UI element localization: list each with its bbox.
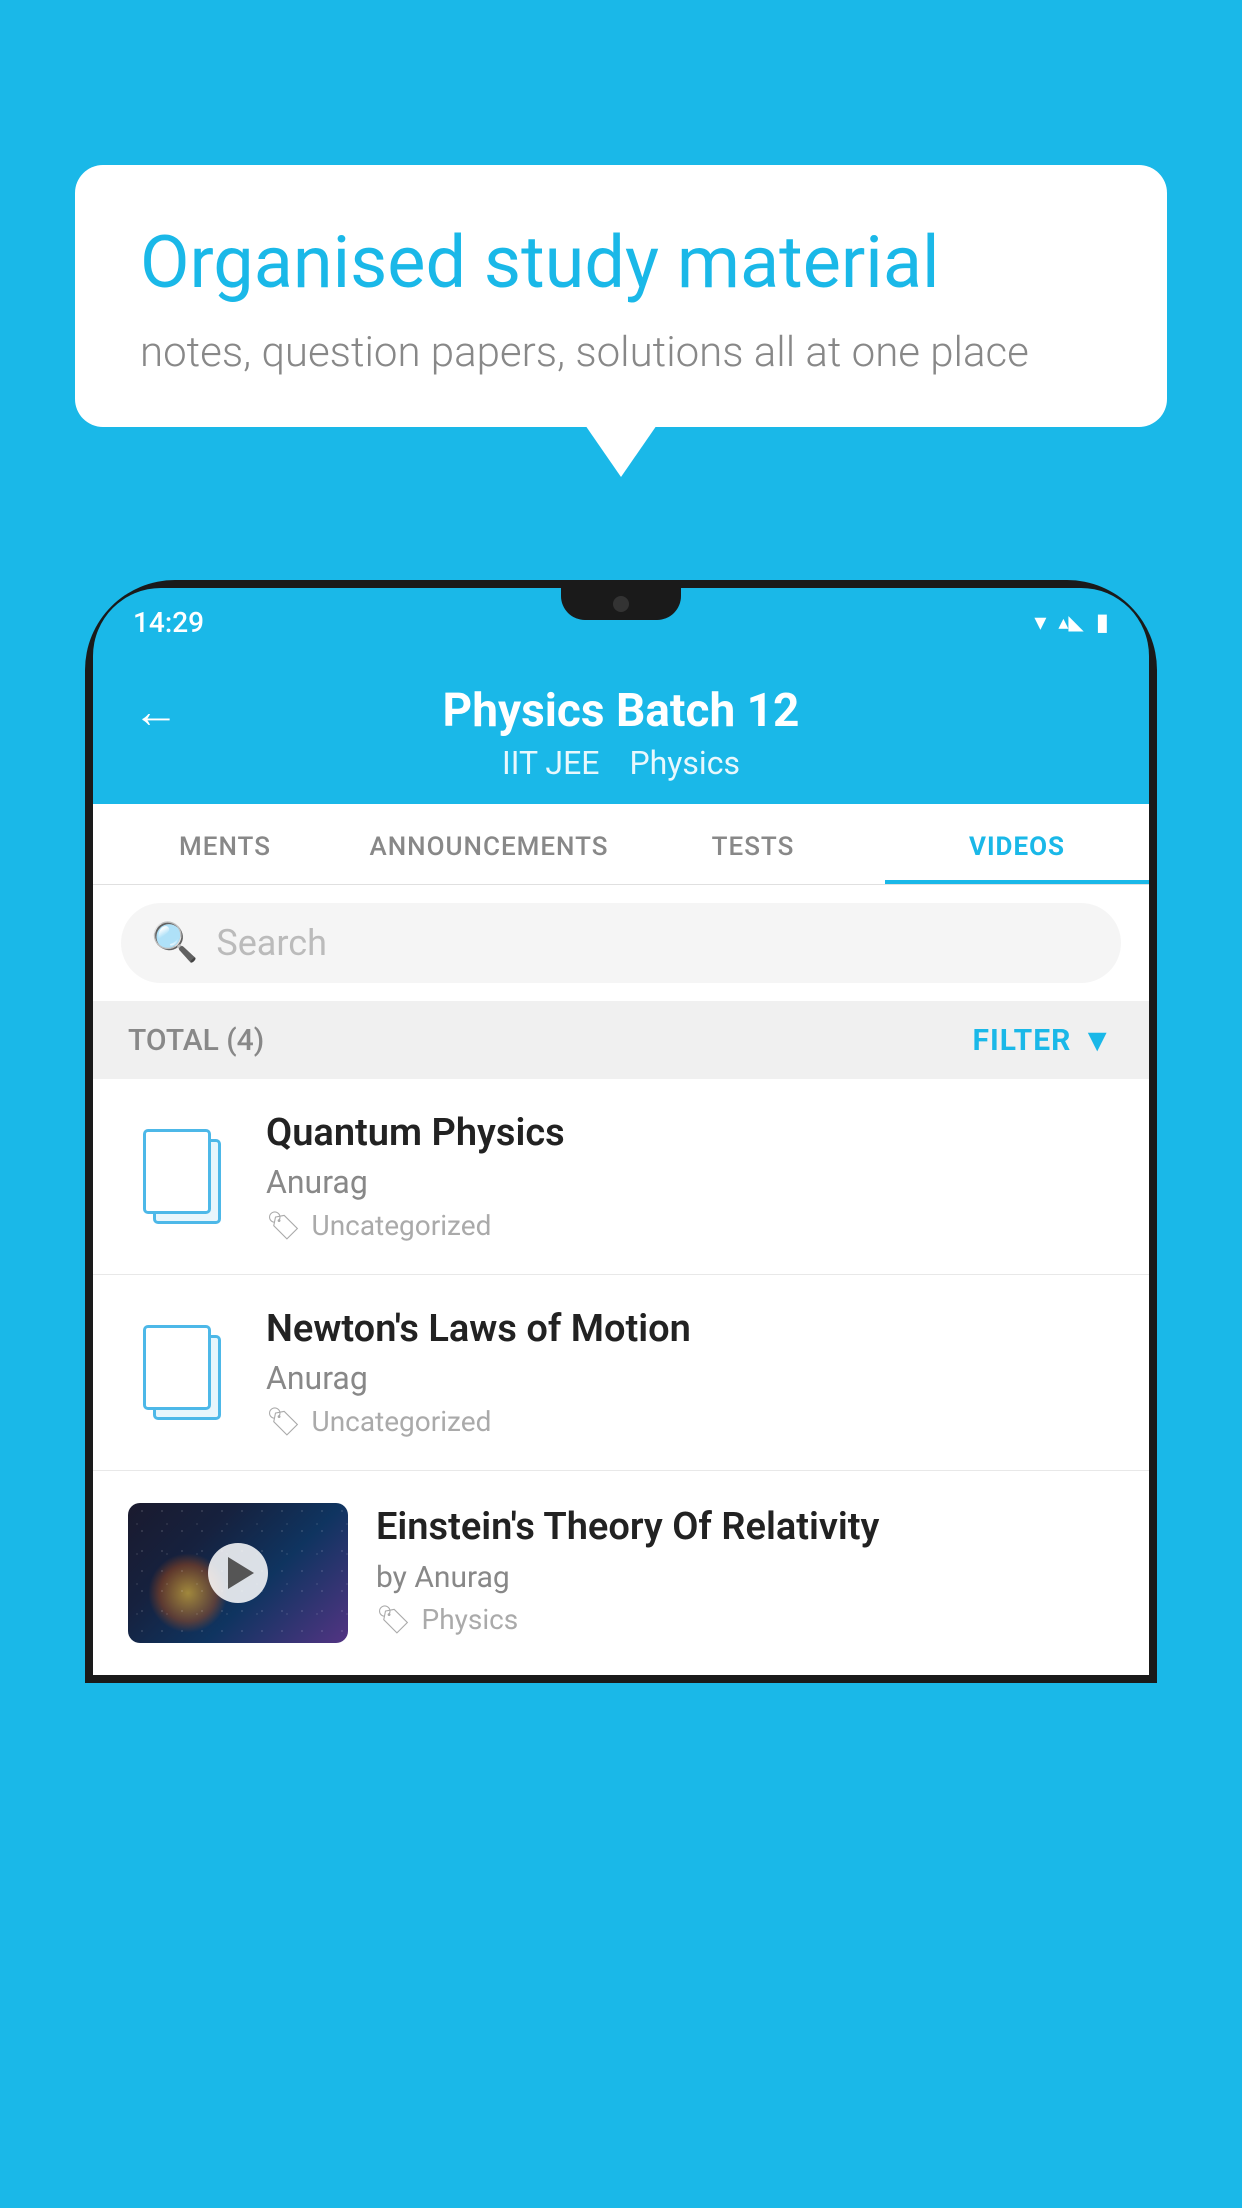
bubble-title: Organised study material	[140, 220, 1102, 306]
header-row: ← Physics Batch 12	[133, 684, 1109, 738]
thumb-info: Einstein's Theory Of Relativity by Anura…	[376, 1503, 1114, 1636]
file-icon-wrap	[128, 1318, 238, 1428]
tab-videos[interactable]: VIDEOS	[885, 804, 1149, 884]
wifi-icon: ▾	[1034, 608, 1046, 636]
filter-button[interactable]: FILTER ▼	[973, 1021, 1115, 1059]
video-thumbnail	[128, 1503, 348, 1643]
bubble-subtitle: notes, question papers, solutions all at…	[140, 328, 1102, 377]
file-icon	[143, 1129, 223, 1224]
header-subtitle: IIT JEE Physics	[502, 744, 740, 782]
file-page-front	[143, 1325, 211, 1410]
tag-label: Uncategorized	[312, 1209, 492, 1242]
tag-icon: 🏷	[376, 1603, 412, 1636]
search-placeholder: Search	[216, 922, 327, 964]
item-author: Anurag	[266, 1359, 1114, 1397]
status-bar: 14:29 ▾ ▴◣ ▮	[93, 588, 1149, 656]
file-icon	[143, 1325, 223, 1420]
item-info: Newton's Laws of Motion Anurag 🏷 Uncateg…	[266, 1307, 1114, 1438]
item-title: Newton's Laws of Motion	[266, 1307, 1114, 1351]
list-item[interactable]: Newton's Laws of Motion Anurag 🏷 Uncateg…	[93, 1275, 1149, 1471]
tag-icon: 🏷	[266, 1209, 302, 1242]
item-tag: 🏷 Physics	[376, 1603, 1114, 1636]
search-container: 🔍 Search	[93, 885, 1149, 1001]
phone-screen: ← Physics Batch 12 IIT JEE Physics MENTS…	[93, 656, 1149, 1675]
status-time: 14:29	[133, 606, 204, 639]
tab-tests[interactable]: TESTS	[621, 804, 885, 884]
list-item[interactable]: Quantum Physics Anurag 🏷 Uncategorized	[93, 1079, 1149, 1275]
play-button[interactable]	[208, 1543, 268, 1603]
filter-icon: ▼	[1081, 1021, 1114, 1059]
tag-label: Physics	[422, 1603, 519, 1636]
page-title: Physics Batch 12	[443, 684, 800, 738]
phone-notch	[561, 588, 681, 620]
search-box[interactable]: 🔍 Search	[121, 903, 1121, 983]
tabs-bar: MENTS ANNOUNCEMENTS TESTS VIDEOS	[93, 804, 1149, 885]
item-tag: 🏷 Uncategorized	[266, 1405, 1114, 1438]
list-item[interactable]: Einstein's Theory Of Relativity by Anura…	[93, 1471, 1149, 1675]
tab-announcements[interactable]: ANNOUNCEMENTS	[357, 804, 621, 884]
item-info: Quantum Physics Anurag 🏷 Uncategorized	[266, 1111, 1114, 1242]
speech-bubble: Organised study material notes, question…	[75, 165, 1167, 427]
status-icons: ▾ ▴◣ ▮	[1034, 608, 1109, 636]
file-page-front	[143, 1129, 211, 1214]
signal-icon: ▴◣	[1058, 610, 1083, 634]
item-title: Einstein's Theory Of Relativity	[376, 1503, 1114, 1552]
item-title: Quantum Physics	[266, 1111, 1114, 1155]
tab-ments[interactable]: MENTS	[93, 804, 357, 884]
item-tag: 🏷 Uncategorized	[266, 1209, 1114, 1242]
play-icon	[228, 1557, 254, 1589]
file-icon-wrap	[128, 1122, 238, 1232]
phone-outer: 14:29 ▾ ▴◣ ▮ ← Physics Batch 12 IIT JEE …	[85, 580, 1157, 1683]
tag-physics: Physics	[629, 744, 740, 782]
battery-icon: ▮	[1096, 608, 1109, 636]
tag-iit-jee: IIT JEE	[502, 744, 599, 782]
phone-frame: 14:29 ▾ ▴◣ ▮ ← Physics Batch 12 IIT JEE …	[85, 580, 1157, 2208]
tag-icon: 🏷	[266, 1405, 302, 1438]
item-author: by Anurag	[376, 1560, 1114, 1595]
item-author: Anurag	[266, 1163, 1114, 1201]
back-button[interactable]: ←	[133, 684, 179, 739]
filter-row: TOTAL (4) FILTER ▼	[93, 1001, 1149, 1079]
app-header: ← Physics Batch 12 IIT JEE Physics	[93, 656, 1149, 804]
filter-label: FILTER	[973, 1023, 1072, 1058]
video-list: Quantum Physics Anurag 🏷 Uncategorized	[93, 1079, 1149, 1675]
total-count: TOTAL (4)	[128, 1023, 264, 1058]
search-icon: 🔍	[151, 921, 198, 965]
camera-dot	[613, 596, 629, 612]
tag-label: Uncategorized	[312, 1405, 492, 1438]
